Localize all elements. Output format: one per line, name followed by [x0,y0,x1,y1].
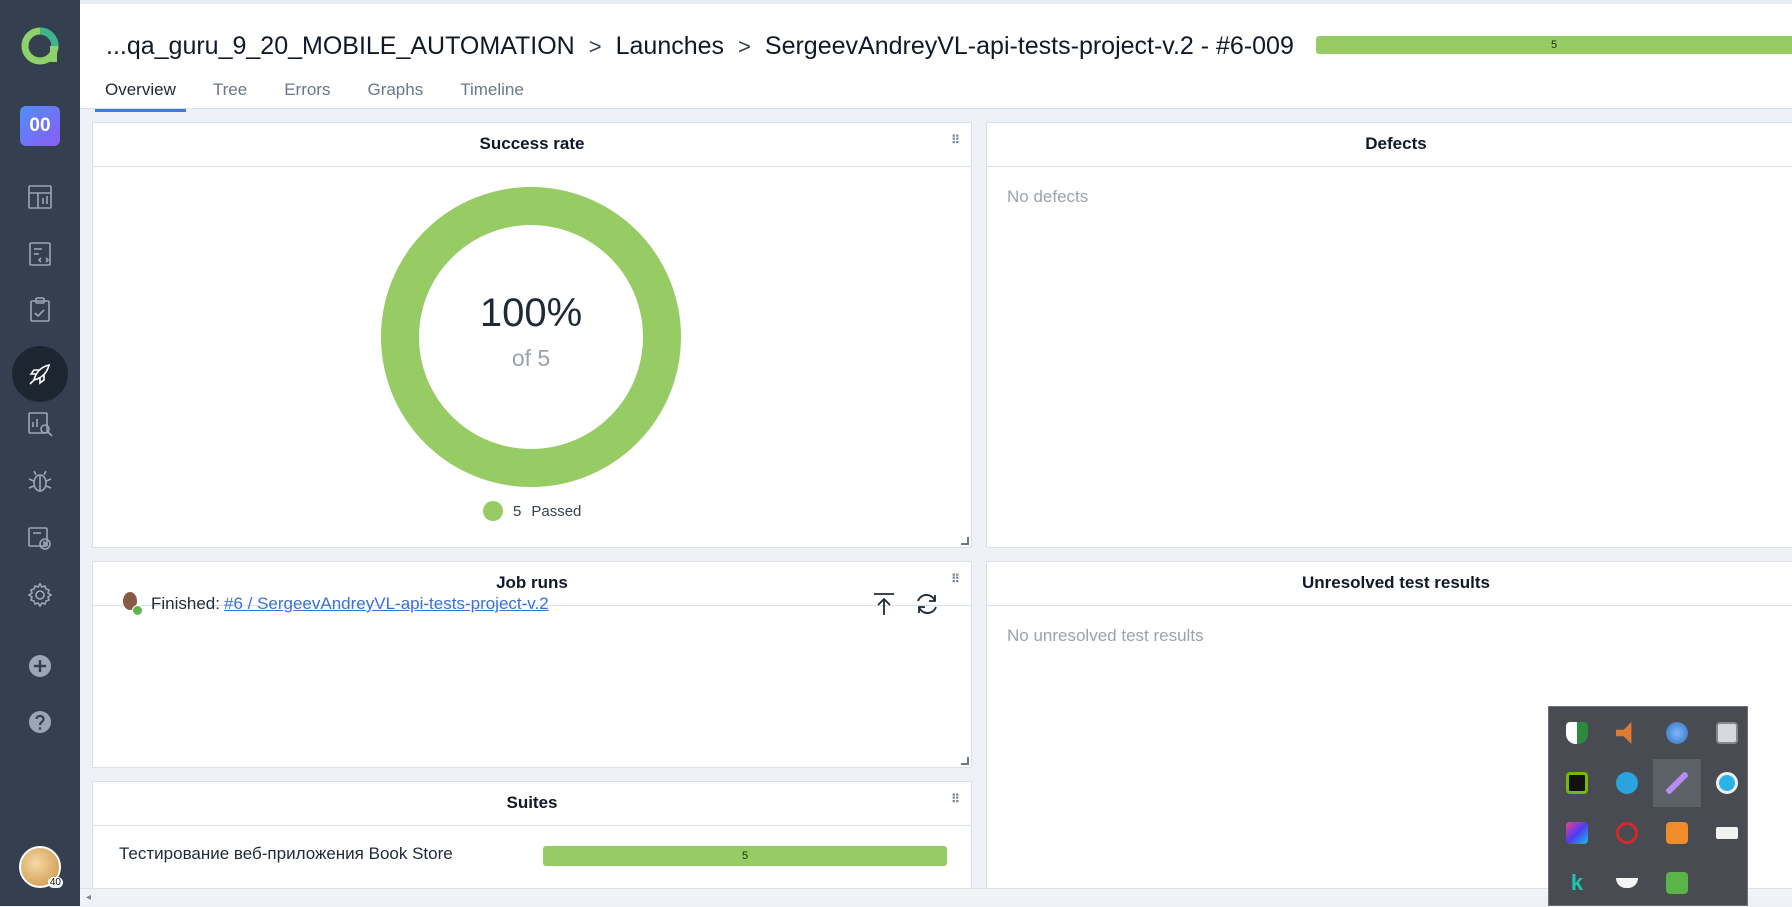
project-badge[interactable]: 00 [20,106,60,146]
feather-icon[interactable] [1653,759,1701,807]
legend-count: 5 [513,502,522,520]
legend-label: Passed [531,502,582,520]
volume-icon[interactable] [1603,709,1651,757]
test-plans-icon[interactable] [20,290,60,330]
success-rate-widget: Success rate ⠿ 100% of 5 5 Passed [92,122,972,548]
job-runs-title: Job runs [496,573,568,592]
drag-handle-icon[interactable]: ⠿ [951,793,961,810]
tab-errors[interactable]: Errors [274,78,340,112]
resize-handle-icon[interactable] [961,537,969,545]
breadcrumb-launches[interactable]: Launches [616,32,724,61]
job-user-avatar [121,592,143,616]
chevron-right-icon: > [588,33,602,59]
add-icon[interactable] [20,646,60,686]
breadcrumb: ...qa_guru_9_20_MOBILE_AUTOMATION > Laun… [106,32,1294,61]
passed-dot-icon [483,501,503,521]
test-cases-icon[interactable] [20,234,60,274]
network-globe-icon[interactable] [1653,709,1701,757]
success-rate-title: Success rate [479,134,585,153]
windows-security-icon[interactable] [1553,709,1601,757]
suites-title: Suites [506,793,558,812]
job-runs-widget: Job runs ⠿ Finished: #6 / SergeevAndreyV… [92,561,972,768]
keyboard-icon[interactable] [1703,709,1751,757]
breadcrumb-launch: SergeevAndreyVL-api-tests-project-v.2 - … [764,32,1294,60]
allure-logo[interactable] [18,24,62,68]
drag-handle-icon[interactable]: ⠿ [951,573,961,590]
scroll-left-arrow-icon[interactable]: ◂ [86,892,91,903]
defects-widget: Defects No defects [986,122,1792,548]
defects-title: Defects [1365,134,1427,153]
settings-icon[interactable] [20,575,60,615]
job-status-label: Finished: [151,594,220,613]
help-icon[interactable] [20,702,60,742]
avatar[interactable]: 40 [19,846,63,888]
job-run-link[interactable]: #6 / SergeevAndreyVL-api-tests-project-v… [224,594,549,614]
widget-title: Unresolved test results [987,562,1792,606]
nvidia-icon[interactable] [1553,759,1601,807]
drag-handle-icon[interactable]: ⠿ [951,134,961,151]
docker-whale-icon[interactable] [1603,859,1651,907]
tab-overview[interactable]: Overview [95,78,186,112]
sidebar: 00 40 [0,0,80,906]
top-bar: ...qa_guru_9_20_MOBILE_AUTOMATION > Laun… [80,0,1792,112]
horizontal-scrollbar[interactable]: ◂ [80,888,1792,906]
antivirus-icon[interactable] [1603,809,1651,857]
bluetooth-icon[interactable] [1703,759,1751,807]
unresolved-title: Unresolved test results [1301,573,1490,592]
launch-status-bar[interactable]: 5 [1316,36,1792,54]
donut-passed-arc [381,187,681,487]
success-percent: 100% [479,291,583,335]
defects-icon[interactable] [20,461,60,501]
intellij-icon[interactable] [1553,809,1601,857]
widget-title: Defects [987,123,1792,167]
widget-title: Suites ⠿ [93,782,971,826]
telegram-icon[interactable] [1603,759,1651,807]
system-tray-popup: k [1548,706,1748,906]
chevron-right-icon: > [738,33,751,59]
tab-tree[interactable]: Tree [203,78,257,112]
check-shield-icon[interactable] [1653,859,1701,907]
tab-timeline[interactable]: Timeline [450,78,534,112]
suite-status-bar[interactable]: 5 [543,846,947,866]
avatar-badge: 40 [47,877,63,888]
success-donut-chart: 100% of 5 [381,187,681,487]
unresolved-empty-text: No unresolved test results [1007,626,1204,645]
donut-legend[interactable]: 5 Passed [483,501,581,521]
jobs-icon[interactable] [20,518,60,558]
sublime-icon[interactable] [1653,809,1701,857]
upload-icon[interactable] [870,590,898,618]
refresh-icon[interactable] [913,590,941,618]
suite-name[interactable]: Тестирование веб-приложения Book Store [119,844,453,864]
dashboards-icon[interactable] [20,177,60,217]
defects-empty-text: No defects [1007,187,1089,206]
success-total: of 5 [511,345,551,371]
suites-widget: Suites ⠿ Тестирование веб-приложения Boo… [92,781,972,901]
battery-icon[interactable] [1703,809,1751,857]
tab-graphs[interactable]: Graphs [357,78,433,112]
analytics-icon[interactable] [20,404,60,444]
launches-icon[interactable] [12,346,68,402]
widget-title: Success rate ⠿ [93,123,971,167]
breadcrumb-project[interactable]: ...qa_guru_9_20_MOBILE_AUTOMATION [106,32,575,61]
job-run-row: Finished: #6 / SergeevAndreyVL-api-tests… [121,592,549,616]
kaspersky-icon[interactable]: k [1553,859,1601,907]
resize-handle-icon[interactable] [961,757,969,765]
tabs: Overview Tree Errors Graphs Timeline [95,78,551,112]
